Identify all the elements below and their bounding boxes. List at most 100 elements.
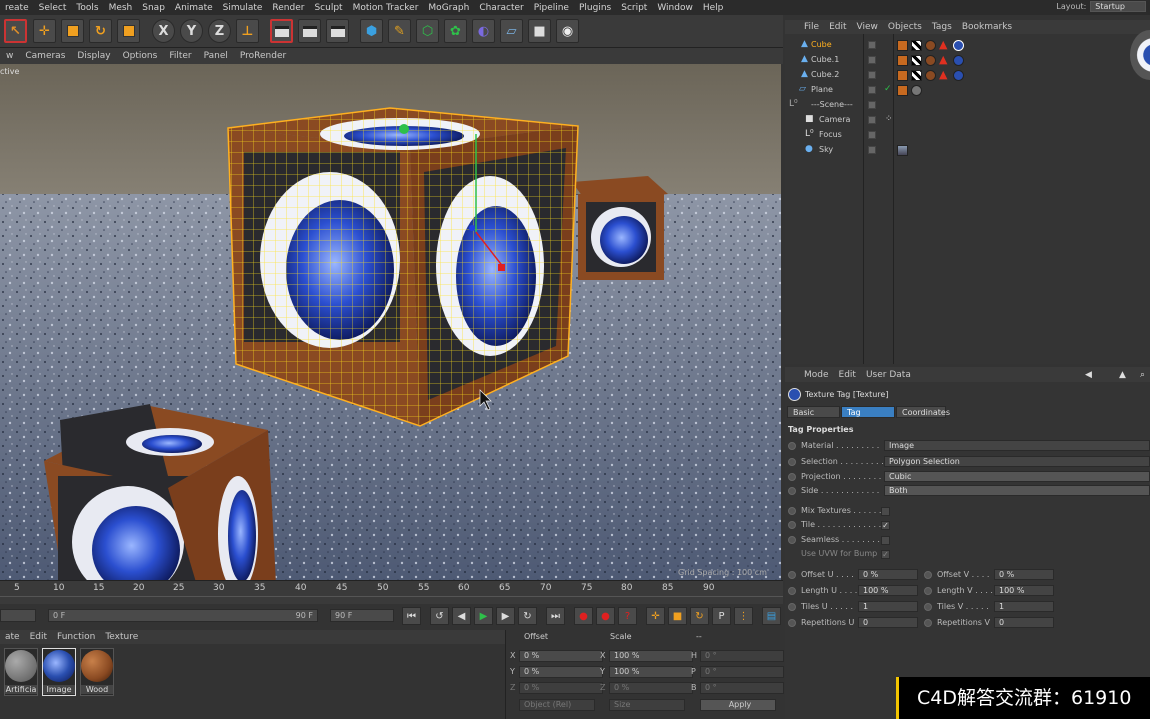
animate-dot[interactable] xyxy=(788,571,796,579)
image-material-tag-icon[interactable] xyxy=(953,40,964,51)
cloner-icon[interactable]: ✿ xyxy=(444,19,467,43)
back-arrow-icon[interactable]: ◀ xyxy=(1085,370,1092,380)
object-row-cube-2[interactable]: ▲ Cube.2 ▲ xyxy=(785,68,1150,83)
offset-x-field[interactable]: 0 % xyxy=(519,650,603,662)
layout-dropdown[interactable]: Startup xyxy=(1090,1,1146,12)
mat-menu-edit[interactable]: Edit xyxy=(25,632,52,642)
recent-tool-icon[interactable] xyxy=(117,19,140,43)
camera-icon[interactable]: ■ xyxy=(528,19,551,43)
material-wood[interactable]: Wood xyxy=(80,648,114,696)
y-axis-lock-button[interactable]: Y xyxy=(180,19,203,43)
menu-snap[interactable]: Snap xyxy=(137,3,170,13)
polygon-selection-tag-icon[interactable]: ▲ xyxy=(939,54,950,66)
phong-tag-icon[interactable] xyxy=(897,55,908,66)
repetitions-v-field[interactable]: 0 xyxy=(994,617,1054,628)
subdivision-surface-icon[interactable]: ⬡ xyxy=(416,19,439,43)
om-menu-edit[interactable]: Edit xyxy=(824,22,851,32)
material-artificial[interactable]: Artificia xyxy=(4,648,38,696)
scale-y-field[interactable]: 100 % xyxy=(609,666,693,678)
visibility-toggle[interactable] xyxy=(868,56,876,64)
autokey-button[interactable]: ● xyxy=(596,607,615,625)
mat-menu-function[interactable]: Function xyxy=(52,632,100,642)
animate-dot[interactable] xyxy=(788,521,796,529)
record-keys-button[interactable]: ● xyxy=(574,607,593,625)
keyframe-selection-button[interactable]: ? xyxy=(618,607,637,625)
phong-tag-icon[interactable] xyxy=(897,85,908,96)
mat-menu-texture[interactable]: Texture xyxy=(100,632,143,642)
animate-dot[interactable] xyxy=(788,458,796,466)
mat-menu-create[interactable]: ate xyxy=(0,632,25,642)
offset-y-field[interactable]: 0 % xyxy=(519,666,603,678)
viewport-menu-panel[interactable]: Panel xyxy=(198,51,234,61)
animate-dot[interactable] xyxy=(788,619,796,627)
floor-icon[interactable]: ▱ xyxy=(500,19,523,43)
wood-material-tag-icon[interactable] xyxy=(925,70,936,81)
3d-viewport[interactable] xyxy=(0,64,781,580)
length-u-field[interactable]: 100 % xyxy=(858,585,918,596)
animate-dot[interactable] xyxy=(788,603,796,611)
timeline-window-button[interactable]: ▤ xyxy=(762,607,781,625)
visibility-toggle[interactable] xyxy=(868,131,876,139)
visibility-toggle[interactable] xyxy=(868,86,876,94)
image-material-tag-icon[interactable] xyxy=(953,70,964,81)
visibility-toggle[interactable] xyxy=(868,41,876,49)
side-dropdown[interactable]: Both xyxy=(884,485,1150,496)
rotation-p-field[interactable]: 0 ° xyxy=(700,666,784,678)
scale-z-field[interactable]: 0 % xyxy=(609,682,693,694)
use-uvw-bump-checkbox[interactable]: ✓ xyxy=(881,550,890,559)
light-icon[interactable]: ◉ xyxy=(556,19,579,43)
menu-motion-tracker[interactable]: Motion Tracker xyxy=(348,3,424,13)
mix-textures-checkbox[interactable] xyxy=(881,507,890,516)
menu-animate[interactable]: Animate xyxy=(170,3,218,13)
camera-target-tag-icon[interactable]: ⁘ xyxy=(885,114,893,124)
animate-dot[interactable] xyxy=(924,587,932,595)
rotate-tool-icon[interactable]: ↻ xyxy=(89,19,112,43)
scale-tool-icon[interactable] xyxy=(61,19,84,43)
object-row-cube-1[interactable]: ▲ Cube.1 ▲ xyxy=(785,53,1150,68)
coord-mode-dropdown[interactable]: Object (Rel) xyxy=(519,699,595,711)
enabled-check-icon[interactable]: ✓ xyxy=(884,84,892,94)
am-menu-edit[interactable]: Edit xyxy=(834,370,861,380)
uvw-tag-icon[interactable] xyxy=(911,55,922,66)
om-menu-bookmarks[interactable]: Bookmarks xyxy=(957,22,1017,32)
artificial-material-tag-icon[interactable] xyxy=(911,85,922,96)
offset-u-field[interactable]: 0 % xyxy=(858,569,918,580)
uvw-tag-icon[interactable] xyxy=(911,70,922,81)
menu-character[interactable]: Character xyxy=(474,3,528,13)
rotation-b-field[interactable]: 0 ° xyxy=(700,682,784,694)
length-v-field[interactable]: 100 % xyxy=(994,585,1054,596)
viewport-menu-cameras[interactable]: Cameras xyxy=(19,51,71,61)
animate-dot[interactable] xyxy=(788,442,796,450)
timeline-ruler[interactable]: 5 10 15 20 25 30 35 40 45 50 55 60 65 70… xyxy=(0,580,783,604)
visibility-toggle[interactable] xyxy=(868,71,876,79)
om-menu-objects[interactable]: Objects xyxy=(883,22,927,32)
object-row-cube[interactable]: ▲ Cube ▲ xyxy=(785,38,1150,53)
up-arrow-icon[interactable]: ▲ xyxy=(1119,370,1126,380)
material-link-field[interactable]: Image xyxy=(884,440,1150,451)
menu-tools[interactable]: Tools xyxy=(71,3,103,13)
search-icon[interactable]: ⌕ xyxy=(1140,370,1145,380)
coord-size-dropdown[interactable]: Size xyxy=(609,699,685,711)
next-key-button[interactable]: ↻ xyxy=(518,607,537,625)
play-button[interactable]: ▶ xyxy=(474,607,493,625)
repetitions-u-field[interactable]: 0 xyxy=(858,617,918,628)
object-row-camera[interactable]: ■ Camera ⁘ xyxy=(785,113,1150,128)
wood-material-tag-icon[interactable] xyxy=(925,55,936,66)
menu-plugins[interactable]: Plugins xyxy=(574,3,616,13)
object-row-sky[interactable]: ● Sky xyxy=(785,143,1150,158)
viewport-menu-view[interactable]: w xyxy=(0,51,19,61)
rotation-h-field[interactable]: 0 ° xyxy=(700,650,784,662)
om-menu-tags[interactable]: Tags xyxy=(927,22,957,32)
menu-script[interactable]: Script xyxy=(616,3,652,13)
menu-window[interactable]: Window xyxy=(652,3,698,13)
animate-dot[interactable] xyxy=(788,507,796,515)
sky-material-tag-icon[interactable] xyxy=(897,145,908,156)
end-frame-field[interactable]: 90 F xyxy=(330,609,394,622)
scale-x-field[interactable]: 100 % xyxy=(609,650,693,662)
live-selection-icon[interactable]: ↖ xyxy=(4,19,27,43)
pen-spline-icon[interactable]: ✎ xyxy=(388,19,411,43)
am-menu-mode[interactable]: Mode xyxy=(799,370,834,380)
tiles-u-field[interactable]: 1 xyxy=(858,601,918,612)
offset-v-field[interactable]: 0 % xyxy=(994,569,1054,580)
menu-help[interactable]: Help xyxy=(698,3,729,13)
